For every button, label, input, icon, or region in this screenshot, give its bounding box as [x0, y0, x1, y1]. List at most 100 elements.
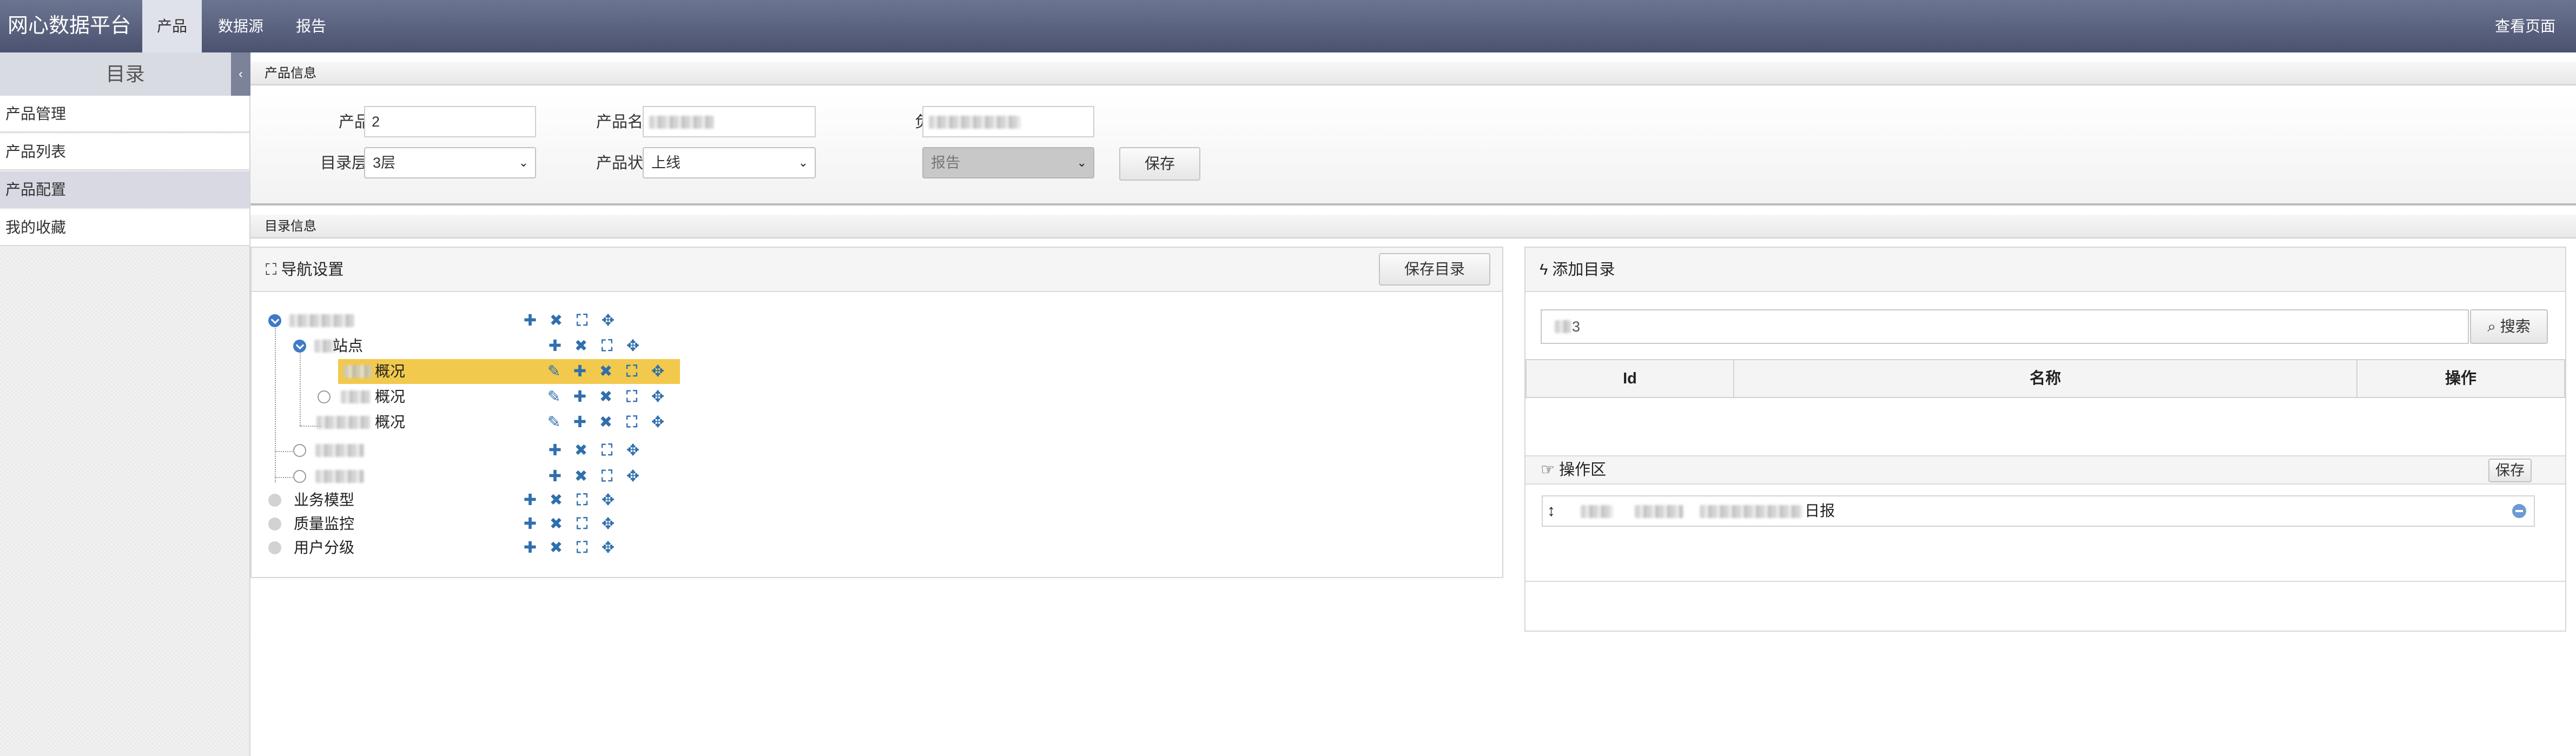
leaf-node-icon[interactable]: [318, 390, 331, 403]
close-icon[interactable]: ✖: [573, 442, 589, 459]
owner-input[interactable]: [922, 106, 1094, 137]
pencil-icon[interactable]: ✎: [546, 363, 562, 380]
sitemap-icon[interactable]: ⛶: [599, 338, 615, 354]
plus-icon[interactable]: ✚: [522, 516, 538, 532]
nav-tab-product[interactable]: 产品: [142, 0, 202, 52]
redacted-text: [929, 116, 1021, 129]
move-icon[interactable]: ✥: [600, 492, 616, 508]
collapsed-node-icon[interactable]: [268, 494, 281, 507]
redacted-text: [315, 470, 364, 483]
sitemap-icon[interactable]: ⛶: [624, 389, 640, 405]
product-name-input[interactable]: [643, 106, 816, 137]
plus-icon[interactable]: ✚: [522, 492, 538, 508]
sitemap-icon[interactable]: ⛶: [574, 492, 590, 508]
sort-handle-icon[interactable]: ↕: [1547, 496, 1555, 526]
move-icon[interactable]: ✥: [600, 540, 616, 556]
save-catalog-button[interactable]: 保存目录: [1379, 253, 1490, 286]
remove-icon[interactable]: [2512, 504, 2526, 518]
leaf-node-icon[interactable]: [293, 470, 306, 483]
sitemap-icon[interactable]: ⛶: [574, 313, 590, 329]
move-icon[interactable]: ✥: [625, 338, 641, 354]
plus-icon[interactable]: ✚: [522, 540, 538, 556]
plus-icon[interactable]: ✚: [522, 313, 538, 329]
close-icon[interactable]: ✖: [548, 492, 564, 508]
plus-icon[interactable]: ✚: [572, 363, 588, 380]
sitemap-icon[interactable]: ⛶: [599, 468, 615, 485]
sidebar-collapse-button[interactable]: ‹: [231, 52, 250, 96]
plus-icon[interactable]: ✚: [547, 468, 563, 485]
sidebar-item-product-management[interactable]: 产品管理: [0, 96, 249, 132]
plus-icon[interactable]: ✚: [547, 338, 563, 354]
tree-node[interactable]: 站点 ✚ ✖ ⛶ ✥: [252, 334, 1496, 359]
operation-area-title-wrap: ☞ 操作区: [1541, 456, 1606, 483]
catalog-level-select[interactable]: 3层 ⌄: [364, 147, 536, 178]
sidebar-item-product-list[interactable]: 产品列表: [0, 134, 249, 170]
redacted-text: [316, 416, 371, 429]
save-product-button[interactable]: 保存: [1119, 147, 1200, 181]
sitemap-icon[interactable]: ⛶: [574, 516, 590, 532]
move-icon[interactable]: ✥: [650, 414, 666, 430]
expand-toggle-icon[interactable]: [293, 340, 306, 353]
redacted-text: [649, 116, 714, 129]
product-id-input[interactable]: [364, 106, 536, 137]
move-icon[interactable]: ✥: [650, 389, 666, 405]
sidebar-item-my-favorites[interactable]: 我的收藏: [0, 209, 249, 246]
pencil-icon[interactable]: ✎: [546, 414, 562, 430]
operation-area-body: ↕ 日报: [1525, 485, 2565, 582]
move-icon[interactable]: ✥: [625, 442, 641, 459]
pencil-icon[interactable]: ✎: [546, 389, 562, 405]
search-button[interactable]: ⌕ 搜索: [2470, 309, 2548, 344]
leaf-node-icon[interactable]: [293, 444, 306, 457]
close-icon[interactable]: ✖: [548, 313, 564, 329]
close-icon[interactable]: ✖: [548, 540, 564, 556]
nav-tab-report[interactable]: 报告: [281, 0, 341, 52]
tree-node[interactable]: ✚ ✖ ⛶ ✥: [252, 438, 1496, 463]
move-icon[interactable]: ✥: [600, 313, 616, 329]
redacted-text: [1700, 505, 1802, 518]
move-icon[interactable]: ✥: [650, 363, 666, 380]
expand-toggle-icon[interactable]: [268, 314, 281, 327]
sitemap-icon[interactable]: ⛶: [624, 414, 640, 430]
sitemap-icon[interactable]: ⛶: [624, 363, 640, 380]
collapsed-node-icon[interactable]: [268, 518, 281, 530]
plus-icon[interactable]: ✚: [572, 414, 588, 430]
product-status-value: 上线: [651, 155, 681, 171]
add-catalog-title-wrap: ϟ 添加目录: [1540, 248, 1615, 292]
close-icon[interactable]: ✖: [573, 338, 589, 354]
tree-node[interactable]: 用户分级 ✚ ✖ ⛶ ✥: [252, 535, 1496, 560]
redacted-text: [341, 390, 371, 403]
tree-node[interactable]: 概况 ✎ ✚ ✖ ⛶ ✥: [252, 384, 1496, 409]
close-icon[interactable]: ✖: [548, 516, 564, 532]
tree-node-label: 概况: [375, 388, 406, 405]
close-icon[interactable]: ✖: [598, 363, 614, 380]
collapsed-node-icon[interactable]: [268, 541, 281, 554]
nav-tab-datasource[interactable]: 数据源: [211, 0, 270, 52]
plus-icon[interactable]: ✚: [572, 389, 588, 405]
operation-item-label: 日报: [1805, 502, 1835, 519]
sitemap-icon[interactable]: ⛶: [599, 442, 615, 459]
nav-settings-title-wrap: ⛶ 导航设置: [266, 248, 344, 292]
operation-item[interactable]: ↕ 日报: [1542, 495, 2535, 527]
nav-settings-panel: ⛶ 导航设置 保存目录 ✚ ✖ ⛶ ✥ 站点 ✚ ✖ ⛶ ✥ 概况 ✎ ✚ ✖ …: [250, 247, 1503, 578]
sidebar-item-product-config[interactable]: 产品配置: [0, 171, 249, 208]
close-icon[interactable]: ✖: [598, 389, 614, 405]
operation-save-button[interactable]: 保存: [2488, 459, 2532, 482]
tree-node[interactable]: 质量监控 ✚ ✖ ⛶ ✥: [252, 512, 1496, 536]
view-page-link[interactable]: 查看页面: [2495, 0, 2555, 52]
move-icon[interactable]: ✥: [600, 516, 616, 532]
tree-node[interactable]: 概况 ✎ ✚ ✖ ⛶ ✥: [252, 410, 1496, 435]
catalog-search-input[interactable]: 3: [1541, 309, 2469, 344]
system-value: 报告: [931, 155, 960, 171]
tree-node[interactable]: ✚ ✖ ⛶ ✥: [252, 464, 1496, 489]
sitemap-icon[interactable]: ⛶: [574, 540, 590, 556]
plus-icon[interactable]: ✚: [547, 442, 563, 459]
close-icon[interactable]: ✖: [598, 414, 614, 430]
tree-node-selected[interactable]: 概况 ✎ ✚ ✖ ⛶ ✥: [252, 359, 1496, 384]
product-status-select[interactable]: 上线 ⌄: [643, 147, 816, 178]
chevron-down-icon: ⌄: [518, 156, 529, 169]
tree-node[interactable]: ✚ ✖ ⛶ ✥: [252, 308, 1496, 333]
close-icon[interactable]: ✖: [573, 468, 589, 485]
tree-node[interactable]: 业务模型 ✚ ✖ ⛶ ✥: [252, 488, 1496, 513]
brand-title[interactable]: 网心数据平台: [8, 0, 131, 52]
move-icon[interactable]: ✥: [625, 468, 641, 485]
